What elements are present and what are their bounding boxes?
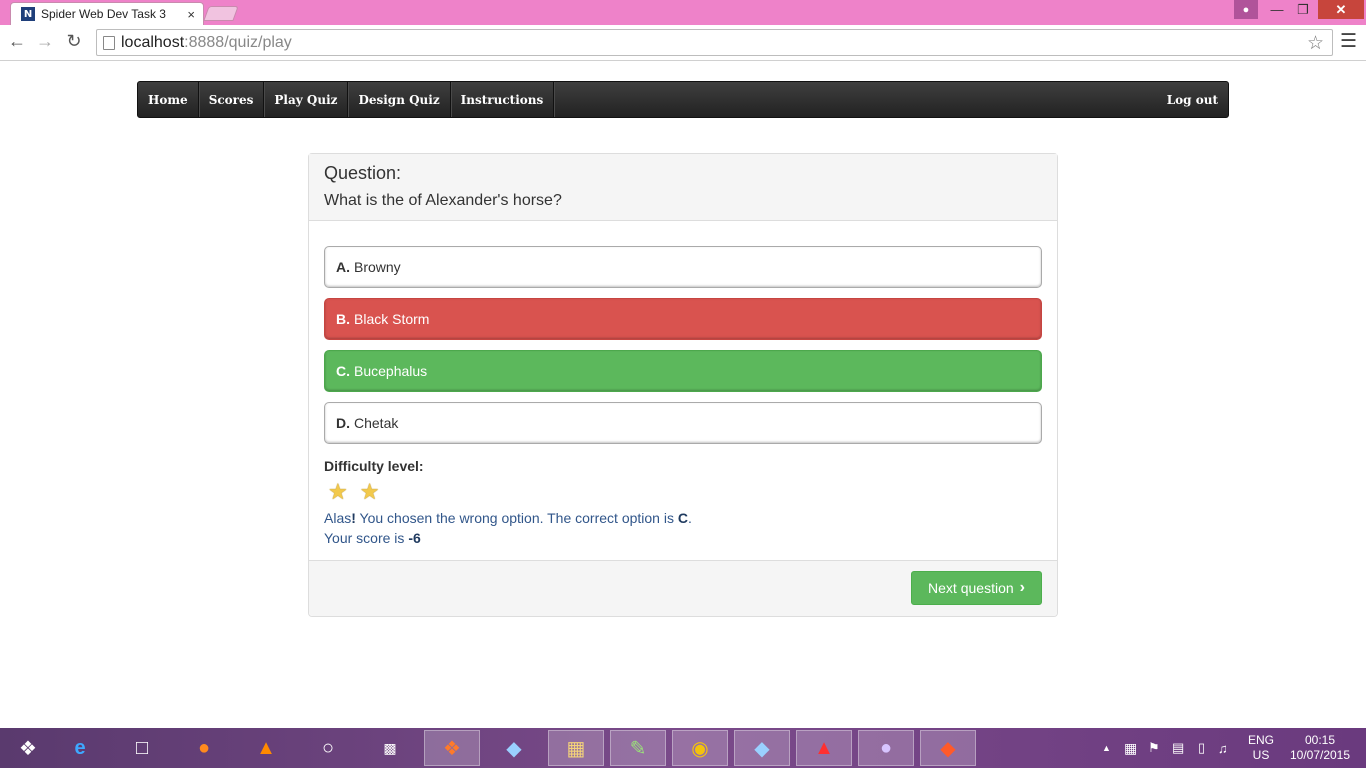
feedback-period: . — [687, 510, 692, 526]
language-top: ENG — [1248, 733, 1275, 747]
chevron-right-icon: › — [1019, 579, 1025, 596]
reload-icon[interactable]: ↻ — [63, 31, 85, 52]
nav-logout[interactable]: Log out — [1157, 82, 1228, 117]
browser-tab[interactable]: N Spider Web Dev Task 3 × — [10, 2, 204, 25]
tab-favicon-icon: N — [21, 7, 35, 21]
tray-expand-icon[interactable]: ▲ — [1102, 728, 1111, 768]
restore-button[interactable]: ❐ — [1290, 0, 1316, 19]
next-question-label: Next question — [928, 580, 1014, 596]
option-a[interactable]: A. Browny — [324, 246, 1042, 288]
bookmark-star-icon[interactable]: ☆ — [1307, 32, 1324, 55]
action-center-icon[interactable]: ▦ — [1124, 728, 1137, 768]
git-icon[interactable]: ◆ — [920, 730, 976, 766]
chrome-icon[interactable]: ◉ — [672, 730, 728, 766]
notepad-plus-icon[interactable]: ✎ — [610, 730, 666, 766]
quiz-panel: Question: What is the of Alexander's hor… — [308, 153, 1058, 617]
network-icon[interactable]: ▤ — [1172, 728, 1184, 768]
file-explorer-icon[interactable]: ▦ — [548, 730, 604, 766]
score-value: -6 — [408, 530, 421, 546]
cmd-icon[interactable]: ▩ — [362, 730, 418, 766]
tab-title: Spider Web Dev Task 3 — [41, 7, 166, 21]
option-text: Chetak — [354, 415, 399, 431]
hp-icon[interactable]: ○ — [300, 730, 356, 766]
tab-close-icon[interactable]: × — [187, 7, 195, 22]
nav-play-quiz[interactable]: Play Quiz — [264, 82, 349, 117]
phpstorm-icon-2[interactable]: ◆ — [734, 730, 790, 766]
xampp-icon[interactable]: ❖ — [424, 730, 480, 766]
url-host: localhost — [121, 33, 185, 51]
quiz-body: A. Browny B. Black Storm C. Bucephalus D… — [309, 221, 1057, 548]
difficulty-stars: ★ ★ — [324, 480, 1042, 504]
nav-design-quiz[interactable]: Design Quiz — [348, 82, 451, 117]
feedback-alas: Alas — [324, 510, 352, 526]
close-window-button[interactable]: ✕ — [1318, 0, 1364, 19]
flag-icon[interactable]: ⚑ — [1148, 728, 1160, 768]
option-b[interactable]: B. Black Storm — [324, 298, 1042, 340]
volume-icon[interactable]: ♫ — [1218, 728, 1228, 768]
url-path: :8888/quiz/play — [184, 33, 292, 51]
github-icon[interactable]: ● — [858, 730, 914, 766]
browser-titlebar: N Spider Web Dev Task 3 × ● — ❐ ✕ — [0, 0, 1366, 25]
taskbar: ❖ e □ ● ▲ ○ ▩ ❖ ◆ ▦ ✎ ◉ ◆ ▲ ● ◆ ▲ ▦ ⚑ ▤ … — [0, 728, 1366, 768]
question-label: Question: — [324, 163, 402, 183]
next-question-button[interactable]: Next question › — [911, 571, 1042, 605]
nav-scores[interactable]: Scores — [199, 82, 265, 117]
difficulty-label: Difficulty level: — [324, 458, 424, 474]
star-icon: ★ — [328, 479, 348, 504]
battery-icon[interactable]: ▯ — [1198, 728, 1205, 768]
quiz-footer: Next question › — [309, 560, 1057, 616]
new-tab-button[interactable] — [203, 6, 239, 21]
windows-start-icon[interactable]: ❖ — [0, 730, 56, 766]
vlc-icon[interactable]: ▲ — [238, 730, 294, 766]
option-text: Bucephalus — [354, 363, 428, 379]
star-icon: ★ — [359, 479, 380, 504]
correct-option: C — [677, 510, 688, 526]
option-text: Browny — [354, 259, 401, 275]
internet-explorer-icon[interactable]: e — [52, 730, 108, 766]
score-prefix: Your score is — [324, 530, 409, 546]
nav-instructions[interactable]: Instructions — [451, 82, 555, 117]
menu-icon[interactable]: ☰ — [1340, 30, 1357, 53]
feedback-message: Alas! You chosen the wrong option. The c… — [324, 508, 1042, 548]
question-heading: Question: What is the of Alexander's hor… — [309, 154, 1057, 221]
address-bar[interactable]: localhost:8888/quiz/play ☆ — [96, 29, 1333, 56]
clock-time: 00:15 — [1304, 733, 1336, 747]
file-icon[interactable]: □ — [114, 730, 170, 766]
option-letter: B. — [336, 311, 350, 327]
question-text: What is the of Alexander's horse? — [324, 192, 562, 209]
option-d[interactable]: D. Chetak — [324, 402, 1042, 444]
browser-toolbar: ← → ↻ localhost:8888/quiz/play ☆ ☰ — [0, 25, 1366, 61]
back-icon[interactable]: ← — [6, 31, 28, 52]
option-c[interactable]: C. Bucephalus — [324, 350, 1042, 392]
clock-date: 10/07/2015 — [1289, 748, 1351, 762]
acrobat-icon[interactable]: ▲ — [796, 730, 852, 766]
phpstorm-icon[interactable]: ◆ — [486, 730, 542, 766]
page-icon — [103, 35, 115, 50]
user-profile-icon[interactable]: ● — [1234, 0, 1258, 19]
nav-home[interactable]: Home — [138, 82, 199, 117]
feedback-text: You chosen the wrong option. The correct… — [355, 510, 678, 526]
option-letter: D. — [336, 415, 350, 431]
site-navbar: Home Scores Play Quiz Design Quiz Instru… — [137, 81, 1229, 118]
language-indicator[interactable]: ENG US — [1248, 733, 1274, 763]
option-text: Black Storm — [354, 311, 430, 327]
firefox-icon[interactable]: ● — [176, 730, 232, 766]
forward-icon[interactable]: → — [34, 31, 56, 52]
option-letter: A. — [336, 259, 350, 275]
clock[interactable]: 00:15 10/07/2015 — [1288, 733, 1352, 763]
minimize-button[interactable]: — — [1264, 0, 1290, 19]
language-bottom: US — [1252, 748, 1270, 762]
option-letter: C. — [336, 363, 350, 379]
